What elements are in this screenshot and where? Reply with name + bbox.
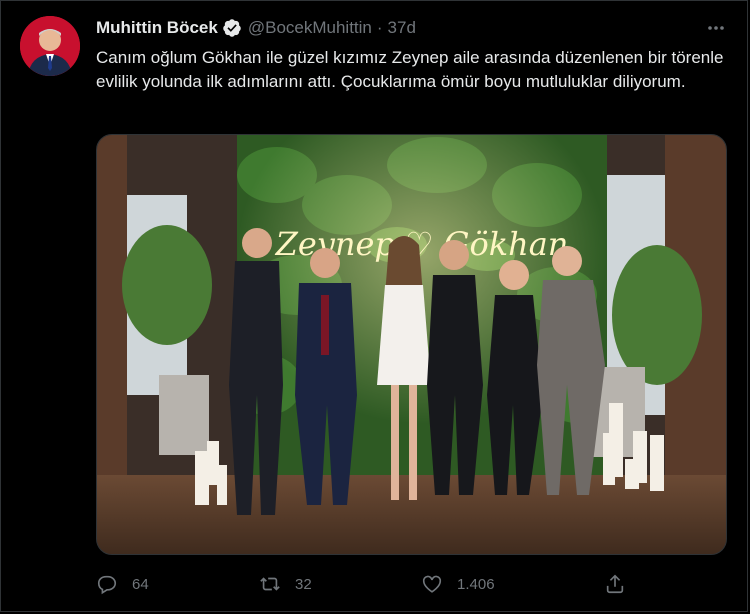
tweet-photo[interactable]: Zeynep ♡ Gökhan <box>96 134 727 555</box>
retweet-icon <box>260 577 280 591</box>
tweet-header: Muhittin Böcek @BocekMuhittin · 37d <box>96 16 416 40</box>
reply-count: 64 <box>132 575 149 593</box>
retweet-button[interactable]: 32 <box>259 570 312 598</box>
more-options-icon[interactable] <box>700 16 732 40</box>
reply-button[interactable]: 64 <box>96 570 149 598</box>
tweet-timestamp[interactable]: 37d <box>388 18 416 38</box>
author-handle[interactable]: @BocekMuhittin <box>248 18 372 38</box>
verified-badge-icon <box>222 18 242 38</box>
tweet-text: Canım oğlum Gökhan ile güzel kızımız Zey… <box>96 48 724 91</box>
retweet-count: 32 <box>295 575 312 593</box>
share-button[interactable] <box>604 570 640 598</box>
like-icon <box>422 575 442 593</box>
like-count: 1.406 <box>457 575 495 593</box>
share-icon <box>606 574 624 594</box>
author-name[interactable]: Muhittin Böcek <box>96 18 218 38</box>
tweet-actions: 64 32 1.406 <box>96 570 736 598</box>
like-button[interactable]: 1.406 <box>421 570 495 598</box>
separator-dot: · <box>376 18 383 37</box>
author-avatar[interactable] <box>20 16 80 76</box>
reply-icon <box>97 575 117 595</box>
